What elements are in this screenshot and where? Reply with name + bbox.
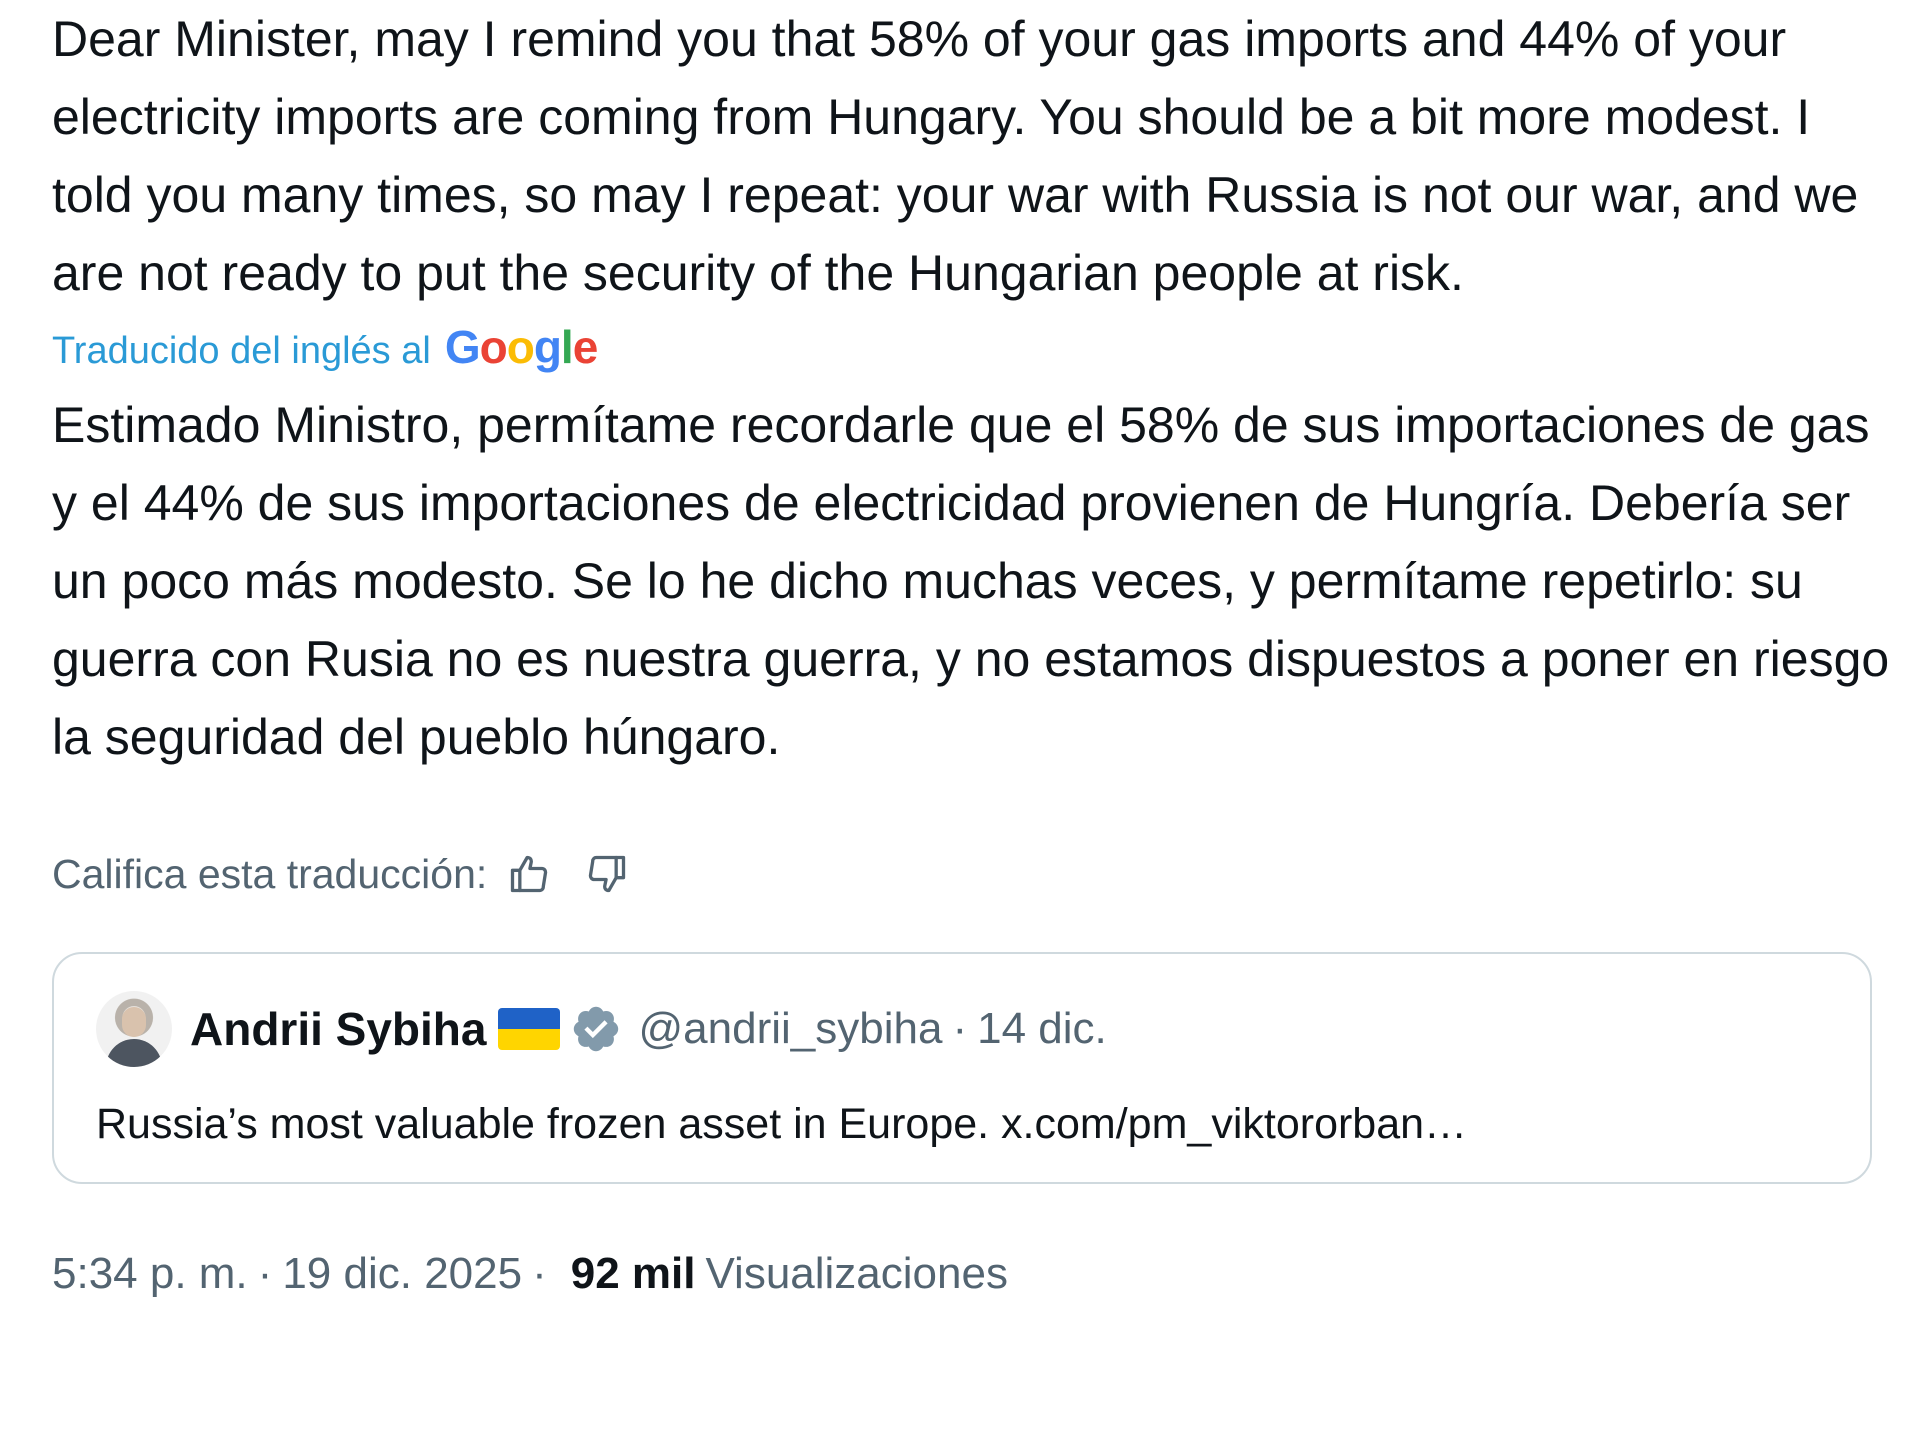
translated-by-label: Traducido del inglés al	[52, 330, 431, 372]
tweet-date[interactable]: 19 dic. 2025	[282, 1249, 522, 1299]
views-count: 92 mil	[570, 1249, 696, 1298]
quoted-tweet-card[interactable]: Andrii Sybiha @andrii_sybiha · 14 dic. R…	[52, 952, 1872, 1184]
google-logo-letter: l	[560, 321, 574, 373]
google-logo-letter: e	[572, 321, 599, 373]
ukraine-flag-icon	[498, 1008, 561, 1050]
thumbs-up-icon[interactable]	[503, 848, 555, 900]
tweet-translated-text: Estimado Ministro, permítame recordarle …	[52, 397, 1890, 765]
translation-attribution: Traducido del inglés al Google	[52, 320, 1892, 386]
rate-translation-label: Califica esta traducción:	[52, 850, 488, 897]
rate-translation-row: Califica esta traducción:	[52, 844, 1892, 904]
views-label: Visualizaciones	[705, 1249, 1008, 1298]
google-logo-letter: o	[479, 321, 508, 373]
quoted-meta-separator: ·	[952, 1004, 968, 1053]
google-logo-letter: o	[506, 321, 535, 373]
quoted-author-name[interactable]: Andrii Sybiha	[190, 1002, 486, 1056]
avatar[interactable]	[96, 991, 172, 1067]
tweet-original-text: Dear Minister, may I remind you that 58%…	[52, 11, 1859, 301]
quoted-date[interactable]: 14 dic.	[977, 1004, 1107, 1054]
footer-separator-2: ·	[532, 1249, 547, 1298]
quoted-handle[interactable]: @andrii_sybiha	[638, 1004, 942, 1054]
quoted-tweet-header: Andrii Sybiha @andrii_sybiha · 14 dic.	[96, 990, 1826, 1068]
quoted-tweet-text: Russia’s most valuable frozen asset in E…	[96, 1100, 1468, 1148]
footer-separator: ·	[257, 1249, 273, 1298]
google-logo: Google	[444, 320, 599, 374]
tweet-footer: 5:34 p. m. · 19 dic. 2025 · 92 mil Visua…	[52, 1244, 1892, 1304]
tweet-container: Dear Minister, may I remind you that 58%…	[52, 0, 1892, 1304]
google-logo-letter: G	[444, 321, 481, 373]
thumbs-down-icon[interactable]	[581, 848, 633, 900]
google-logo-letter: g	[533, 321, 562, 373]
verified-badge-icon	[570, 1003, 622, 1055]
tweet-time[interactable]: 5:34 p. m.	[52, 1249, 248, 1299]
